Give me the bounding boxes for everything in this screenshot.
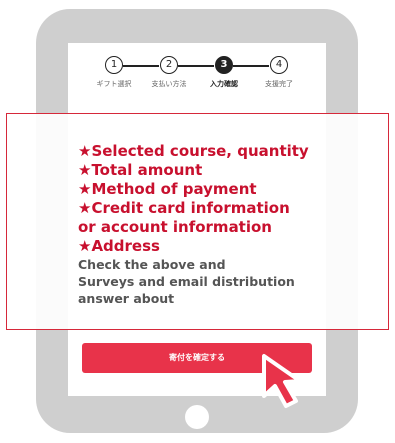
annotation-text: ★Selected course, quantity ★Total amount… bbox=[78, 142, 378, 307]
progress-stepper: 1 ギフト選択 2 支払い方法 3 入力確認 4 支援完了 bbox=[84, 56, 310, 96]
step-support-complete: 4 支援完了 bbox=[249, 56, 309, 89]
stage: 1 ギフト選択 2 支払い方法 3 入力確認 4 支援完了 ★Selected … bbox=[0, 0, 395, 443]
annotation-item: ★Address bbox=[78, 237, 160, 255]
annotation-note: Check the above and bbox=[78, 257, 226, 272]
annotation-item: ★Credit card information bbox=[78, 199, 290, 217]
step-label: 支援完了 bbox=[265, 80, 293, 88]
annotation-item: or account information bbox=[78, 218, 272, 236]
step-input-confirm: 3 入力確認 bbox=[194, 56, 254, 89]
step-number: 3 bbox=[215, 56, 233, 74]
step-gift-select: 1 ギフト選択 bbox=[84, 56, 144, 89]
step-number: 2 bbox=[160, 56, 178, 74]
step-label: 入力確認 bbox=[210, 80, 238, 88]
annotation-item: ★Method of payment bbox=[78, 180, 257, 198]
step-number: 4 bbox=[270, 56, 288, 74]
home-button[interactable] bbox=[185, 405, 209, 429]
annotation-item: ★Total amount bbox=[78, 161, 203, 179]
step-number: 1 bbox=[105, 56, 123, 74]
step-payment-method: 2 支払い方法 bbox=[139, 56, 199, 89]
annotation-note: answer about bbox=[78, 291, 175, 306]
annotation-item: ★Selected course, quantity bbox=[78, 142, 309, 160]
pointer-cursor-icon bbox=[262, 354, 302, 408]
step-label: ギフト選択 bbox=[96, 80, 132, 88]
step-label: 支払い方法 bbox=[151, 80, 187, 88]
annotation-note: Surveys and email distribution bbox=[78, 274, 295, 289]
